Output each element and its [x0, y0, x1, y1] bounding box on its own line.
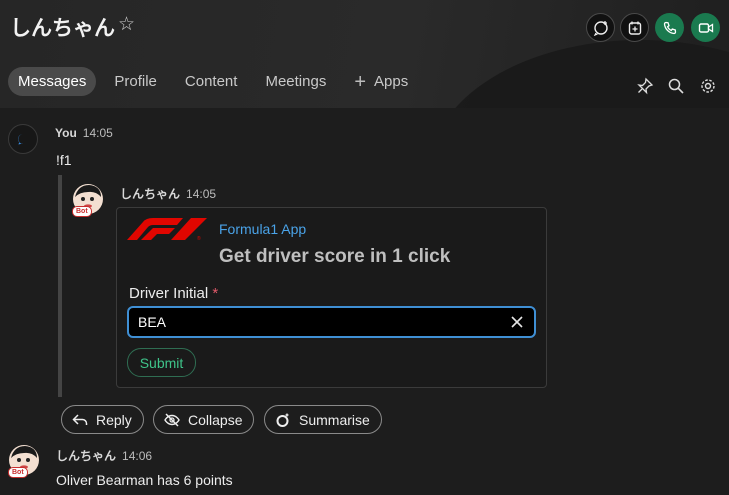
tab-label: Meetings: [265, 73, 327, 90]
reply-button[interactable]: Reply: [61, 405, 144, 434]
pin-icon[interactable]: [636, 77, 654, 95]
bot-avatar[interactable]: Bot: [72, 183, 104, 217]
collapse-label: Collapse: [188, 411, 243, 428]
timestamp: 14:05: [186, 187, 217, 201]
message-meta: しんちゃん 14:05: [120, 185, 216, 202]
message-text: !f1: [56, 152, 72, 168]
search-icon[interactable]: [667, 77, 685, 95]
avatar[interactable]: [8, 124, 38, 154]
required-mark: *: [212, 285, 219, 302]
message-text: Oliver Bearman has 6 points: [56, 472, 233, 488]
card-heading: Get driver score in 1 click: [219, 246, 451, 267]
star-outline-icon[interactable]: ☆: [118, 13, 135, 35]
sender-name: しんちゃん: [56, 449, 117, 463]
input-value: BEA: [138, 314, 167, 330]
tab-content[interactable]: Content: [175, 67, 248, 96]
eye-off-icon: [164, 412, 180, 427]
close-icon[interactable]: [510, 315, 524, 329]
header-background-shape: [430, 40, 729, 108]
tab-bar: Messages Profile Content Meetings + Apps: [8, 67, 426, 96]
tab-profile[interactable]: Profile: [104, 67, 167, 96]
tab-label: Apps: [374, 73, 409, 90]
plus-icon: +: [354, 70, 367, 93]
driver-initial-input[interactable]: BEA: [127, 306, 536, 338]
audio-call-button[interactable]: [655, 13, 684, 42]
bot-badge: Bot: [8, 467, 28, 478]
timestamp: 14:05: [82, 126, 113, 140]
video-call-button[interactable]: [691, 13, 720, 42]
field-label: Driver Initial *: [129, 285, 218, 302]
tab-label: Content: [184, 73, 238, 90]
bot-avatar[interactable]: Bot: [8, 444, 40, 478]
reply-arrow-icon: [72, 413, 88, 425]
timestamp: 14:06: [122, 449, 153, 463]
thread-indicator: [58, 175, 62, 397]
chat-title: しんちゃん: [10, 16, 115, 40]
video-icon: [698, 22, 713, 33]
tab-apps[interactable]: + Apps: [344, 67, 418, 96]
tab-label: Messages: [18, 73, 87, 90]
app-name: Formula1 App: [219, 221, 307, 237]
summarise-label: Summarise: [299, 411, 370, 428]
adaptive-card: ® Formula1 App Get driver score in 1 cli…: [116, 207, 547, 388]
tab-messages[interactable]: Messages: [8, 67, 97, 96]
new-chat-icon: [593, 20, 608, 36]
add-calendar-button[interactable]: [620, 13, 649, 42]
collapse-button[interactable]: Collapse: [153, 405, 255, 434]
reply-label: Reply: [96, 411, 132, 428]
svg-text:®: ®: [197, 235, 201, 240]
submit-button[interactable]: Submit: [127, 348, 196, 377]
f1-logo-icon: ®: [127, 218, 207, 240]
sender-name: You: [55, 126, 77, 140]
tab-label: Profile: [114, 73, 157, 90]
message-meta: しんちゃん 14:06: [56, 447, 152, 464]
add-calendar-icon: [628, 21, 641, 35]
chat-bubble-icon: [18, 134, 23, 145]
sender-name: しんちゃん: [120, 187, 181, 201]
gear-icon[interactable]: [699, 77, 717, 95]
summarise-button[interactable]: Summarise: [264, 405, 382, 434]
phone-icon: [663, 21, 676, 34]
field-label-text: Driver Initial: [129, 285, 209, 302]
summarise-icon: [276, 413, 289, 427]
message-meta: You 14:05: [55, 126, 113, 140]
bot-badge: Bot: [72, 206, 92, 217]
tab-meetings[interactable]: Meetings: [255, 67, 336, 96]
new-chat-button[interactable]: [586, 13, 615, 42]
